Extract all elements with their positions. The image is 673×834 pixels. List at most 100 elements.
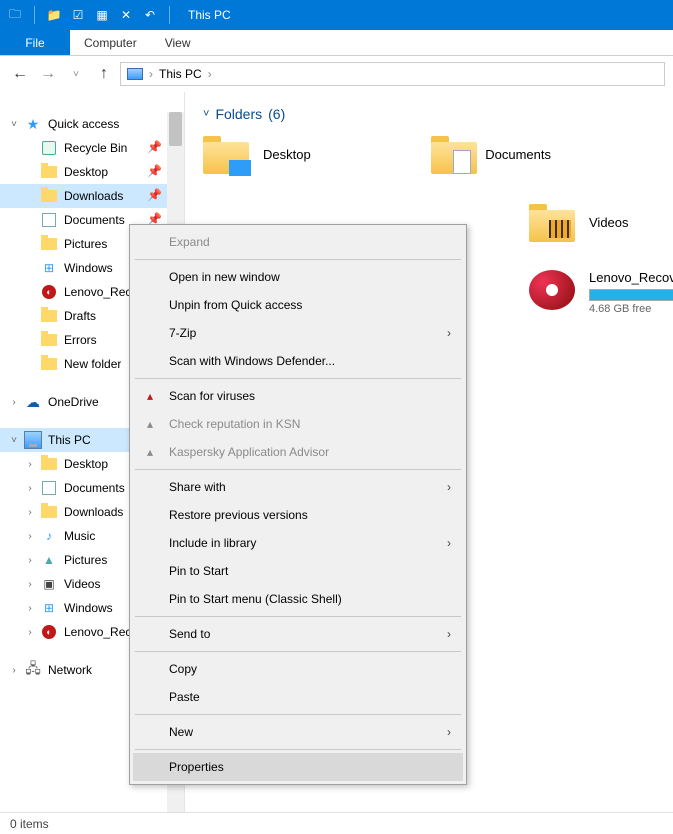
- docs-icon: [40, 479, 58, 497]
- chevron-right-icon[interactable]: ›: [24, 579, 36, 590]
- star-icon: ★: [24, 115, 42, 133]
- separator: [135, 714, 461, 715]
- new-folder-icon[interactable]: ▦: [93, 6, 111, 24]
- tree-quick-access[interactable]: ˅ ★ Quick access: [0, 112, 184, 136]
- file-tab[interactable]: File: [0, 30, 70, 55]
- chevron-down-icon[interactable]: ˅: [8, 119, 20, 130]
- forward-button[interactable]: →: [36, 62, 60, 86]
- chevron-right-icon: ›: [447, 480, 451, 494]
- status-bar: 0 items: [0, 812, 673, 834]
- pc-icon: [127, 68, 143, 80]
- context-menu-item: ▴Check reputation in KSN: [133, 410, 463, 438]
- tab-computer[interactable]: Computer: [70, 30, 151, 55]
- chevron-right-icon: ›: [447, 326, 451, 340]
- context-menu-item[interactable]: New›: [133, 718, 463, 746]
- chevron-right-icon[interactable]: ›: [24, 603, 36, 614]
- win-icon: ⊞: [40, 599, 58, 617]
- address-bar[interactable]: › This PC ›: [120, 62, 665, 86]
- separator: [135, 378, 461, 379]
- chevron-down-icon[interactable]: ˅: [8, 435, 20, 446]
- context-menu-item[interactable]: Open in new window: [133, 263, 463, 291]
- separator: [135, 469, 461, 470]
- address-input[interactable]: [218, 66, 658, 82]
- pic-icon: ▲: [40, 551, 58, 569]
- chevron-right-icon[interactable]: ›: [24, 459, 36, 470]
- folder-icon: [40, 503, 58, 521]
- undo-icon[interactable]: ↶: [141, 6, 159, 24]
- video-icon: ▣: [40, 575, 58, 593]
- folder-videos[interactable]: Videos: [529, 202, 655, 242]
- tree-item[interactable]: Desktop📌: [0, 160, 184, 184]
- chevron-right-icon: ›: [208, 67, 212, 81]
- separator: [135, 259, 461, 260]
- folder-icon: [40, 187, 58, 205]
- docs-icon: [40, 211, 58, 229]
- chevron-right-icon: ›: [447, 536, 451, 550]
- context-menu-item[interactable]: Pin to Start: [133, 557, 463, 585]
- lenovo-icon: ◐: [40, 623, 58, 641]
- close-icon[interactable]: ✕: [117, 6, 135, 24]
- context-menu-item[interactable]: Copy: [133, 655, 463, 683]
- pin-icon: 📌: [147, 164, 162, 178]
- separator: [169, 6, 170, 24]
- context-menu-item[interactable]: Include in library›: [133, 529, 463, 557]
- music-icon: ♪: [40, 527, 58, 545]
- context-menu-item[interactable]: 7-Zip›: [133, 319, 463, 347]
- up-button[interactable]: ↑: [92, 62, 116, 86]
- tab-view[interactable]: View: [151, 30, 205, 55]
- scrollbar-thumb[interactable]: [169, 112, 182, 146]
- chevron-right-icon: ›: [149, 67, 153, 81]
- context-menu-item[interactable]: ▴Scan for viruses: [133, 382, 463, 410]
- separator: [135, 651, 461, 652]
- chevron-right-icon[interactable]: ›: [24, 483, 36, 494]
- address-text: This PC: [159, 67, 202, 81]
- context-menu-item: Expand: [133, 228, 463, 256]
- context-menu-item[interactable]: Scan with Windows Defender...: [133, 347, 463, 375]
- kaspersky-icon: ▴: [141, 443, 159, 461]
- chevron-right-icon[interactable]: ›: [24, 627, 36, 638]
- tree-item[interactable]: Recycle Bin📌: [0, 136, 184, 160]
- folder-documents[interactable]: Documents: [431, 134, 551, 174]
- chevron-right-icon: ›: [447, 725, 451, 739]
- group-header-folders[interactable]: ˅ Folders (6): [203, 106, 655, 122]
- nav-row: ← → ˅ ↑ › This PC ›: [0, 56, 673, 92]
- chevron-right-icon[interactable]: ›: [8, 397, 20, 408]
- folder-icon: [203, 134, 249, 174]
- folder-desktop[interactable]: Desktop: [203, 134, 383, 174]
- folder-icon: [40, 307, 58, 325]
- context-menu-item[interactable]: Restore previous versions: [133, 501, 463, 529]
- folder-icon: [40, 331, 58, 349]
- kaspersky-icon: ▴: [141, 387, 159, 405]
- window-title: This PC: [188, 8, 231, 22]
- disk-icon: [529, 270, 575, 310]
- context-menu-item[interactable]: Pin to Start menu (Classic Shell): [133, 585, 463, 613]
- context-menu-item[interactable]: Unpin from Quick access: [133, 291, 463, 319]
- properties-icon[interactable]: ☑: [69, 6, 87, 24]
- titlebar: 🗀 📁 ☑ ▦ ✕ ↶ This PC: [0, 0, 673, 30]
- context-menu-item[interactable]: Share with›: [133, 473, 463, 501]
- drive-lenovo-recovery[interactable]: Lenovo_Recovery 4.68 GB free: [529, 270, 673, 315]
- context-menu-item[interactable]: Paste: [133, 683, 463, 711]
- chevron-right-icon[interactable]: ›: [24, 531, 36, 542]
- context-menu-item[interactable]: Send to›: [133, 620, 463, 648]
- chevron-right-icon[interactable]: ›: [24, 507, 36, 518]
- pc-icon: [24, 431, 42, 449]
- folder-icon[interactable]: 📁: [45, 6, 63, 24]
- back-button[interactable]: ←: [8, 62, 32, 86]
- folder-icon: [529, 202, 575, 242]
- chevron-right-icon[interactable]: ›: [24, 555, 36, 566]
- status-text: 0 items: [10, 817, 49, 831]
- kaspersky-icon: ▴: [141, 415, 159, 433]
- folder-icon: [40, 455, 58, 473]
- separator: [135, 749, 461, 750]
- cloud-icon: ☁: [24, 393, 42, 411]
- recycle-icon: [40, 139, 58, 157]
- folder-icon: [40, 163, 58, 181]
- chevron-right-icon[interactable]: ›: [8, 665, 20, 676]
- folder-icon: [40, 235, 58, 253]
- recent-dropdown[interactable]: ˅: [64, 62, 88, 86]
- tree-item[interactable]: Downloads📌: [0, 184, 184, 208]
- context-menu-item[interactable]: Properties: [133, 753, 463, 781]
- network-icon: 🖧: [24, 661, 42, 679]
- folder-icon: 🗀: [6, 6, 24, 24]
